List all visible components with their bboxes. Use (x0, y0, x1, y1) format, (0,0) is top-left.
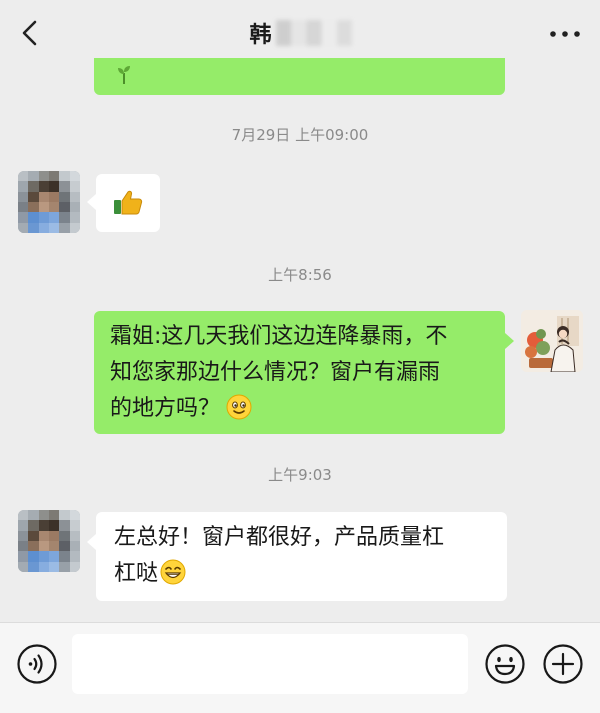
contact-avatar[interactable] (18, 171, 80, 233)
message-text: 杠哒 (114, 561, 159, 586)
plus-icon (543, 644, 583, 684)
previous-message-bubble[interactable] (94, 58, 505, 95)
more-button[interactable] (548, 22, 582, 46)
bubble-tail (505, 333, 514, 349)
timestamp: 上午9:03 (268, 466, 332, 484)
contact-avatar[interactable] (18, 510, 80, 572)
message-line: 知您家那边什么情况？窗户有漏雨 (110, 360, 441, 385)
message-input[interactable] (72, 634, 468, 694)
sent-message-bubble[interactable]: 霜姐:这几天我们这边连降暴雨，不 知您家那边什么情况？窗户有漏雨 的地方吗？ (94, 311, 514, 434)
thumbs-up-icon (114, 190, 143, 215)
message-line: 霜姐:这几天我们这边连降暴雨，不 (110, 324, 448, 349)
image-message-bubble[interactable] (87, 174, 160, 232)
bubble-tail (87, 194, 96, 210)
message-text: 的地方吗？ (110, 396, 221, 421)
voice-button[interactable] (16, 643, 58, 685)
name-redaction (276, 20, 352, 46)
grin-emoji-icon (160, 559, 186, 585)
emoji-face-icon (485, 644, 525, 684)
avatar-illustration (521, 310, 583, 372)
smile-emoji-icon (226, 394, 252, 420)
message-line-last: 的地方吗？ (110, 391, 489, 427)
message-line-last: 杠哒 (114, 556, 489, 592)
voice-icon (17, 644, 57, 684)
add-button[interactable] (542, 643, 584, 685)
message-line: 左总好！窗户都很好，产品质量杠 (114, 525, 445, 550)
my-avatar[interactable] (521, 310, 583, 372)
avatar-mosaic (18, 510, 80, 572)
contact-name: 韩 (249, 23, 273, 48)
more-dots-icon (550, 31, 580, 37)
received-message-bubble[interactable]: 左总好！窗户都很好，产品质量杠 杠哒 (87, 512, 507, 601)
sprout-icon (118, 66, 130, 84)
chat-header: 韩 (0, 0, 600, 66)
input-bar (0, 622, 600, 713)
timestamp: 上午8:56 (268, 266, 332, 284)
timestamp: 7月29日 上午09:00 (231, 126, 369, 144)
avatar-mosaic (18, 171, 80, 233)
bubble-tail (87, 534, 96, 550)
emoji-button[interactable] (484, 643, 526, 685)
